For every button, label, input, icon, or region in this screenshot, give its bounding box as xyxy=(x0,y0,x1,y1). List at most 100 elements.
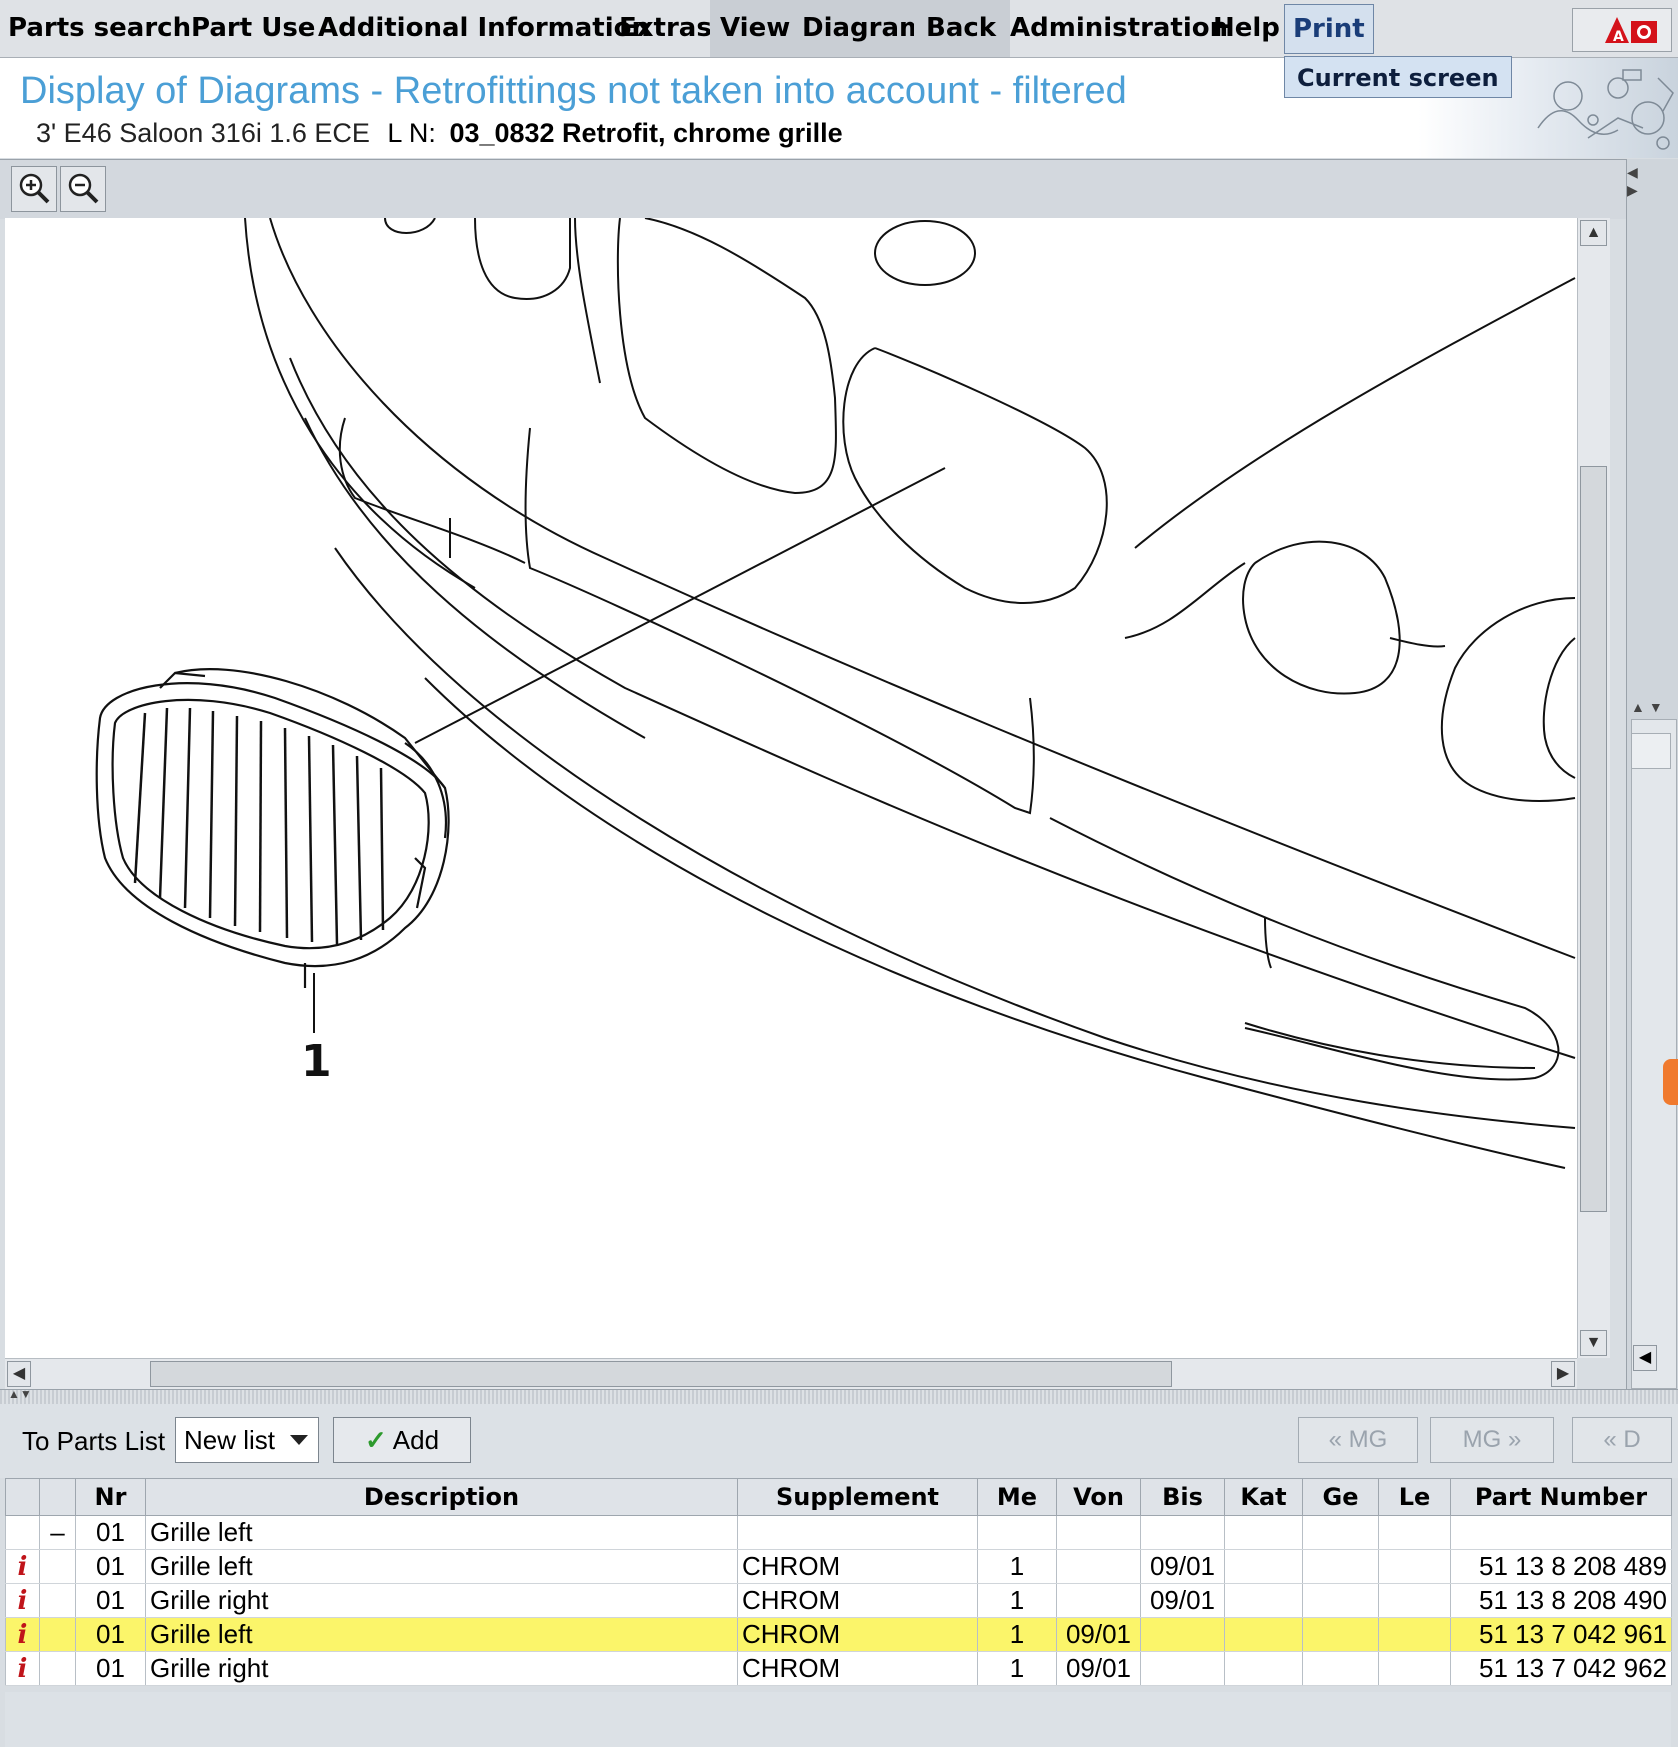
col-header-tree[interactable] xyxy=(39,1478,76,1516)
horizontal-scroll-thumb[interactable] xyxy=(150,1361,1172,1387)
page-title: Display of Diagrams - Retrofittings not … xyxy=(20,70,1127,112)
cell-kat xyxy=(1224,1583,1303,1618)
col-header-bis[interactable]: Bis xyxy=(1140,1478,1225,1516)
col-header-description[interactable]: Description xyxy=(145,1478,738,1516)
menu-part-use[interactable]: Part Use xyxy=(191,0,315,57)
next-mg-button[interactable]: MG » xyxy=(1430,1417,1554,1463)
cell-me: 1 xyxy=(977,1583,1057,1618)
info-icon[interactable]: i xyxy=(5,1549,40,1584)
col-header-ge[interactable]: Ge xyxy=(1302,1478,1379,1516)
logo-icon: A xyxy=(1605,17,1657,45)
cell-le xyxy=(1378,1617,1451,1652)
cell-me: 1 xyxy=(977,1549,1057,1584)
cell-le xyxy=(1378,1583,1451,1618)
col-header-part-number[interactable]: Part Number xyxy=(1450,1478,1672,1516)
cell-von: 09/01 xyxy=(1056,1617,1141,1652)
vertical-scroll-thumb[interactable] xyxy=(1580,466,1607,1212)
cell-von xyxy=(1056,1583,1141,1618)
table-row[interactable]: i 01 Grille right CHROM 1 09/01 51 13 8 … xyxy=(5,1583,1672,1618)
side-tab-icon[interactable] xyxy=(1663,1059,1678,1105)
cell-tree xyxy=(39,1583,76,1618)
callout-number[interactable]: 1 xyxy=(301,1036,332,1087)
cell-bis: 09/01 xyxy=(1140,1549,1225,1584)
panel-resize-arrows-icon[interactable]: ▲▼ xyxy=(1631,699,1667,715)
col-header-supplement[interactable]: Supplement xyxy=(737,1478,978,1516)
info-icon xyxy=(5,1515,40,1550)
diagram-vertical-scrollbar[interactable]: ▲ ▼ xyxy=(1577,218,1610,1358)
col-header-info[interactable] xyxy=(5,1478,40,1516)
pane-splitter[interactable]: ▲▼ xyxy=(0,1387,1678,1405)
cell-tree xyxy=(39,1617,76,1652)
collapse-tree-icon[interactable]: – xyxy=(39,1515,76,1550)
cell-nr: 01 xyxy=(75,1617,146,1652)
table-row[interactable]: i 01 Grille right CHROM 1 09/01 51 13 7 … xyxy=(5,1651,1672,1686)
info-icon[interactable]: i xyxy=(5,1651,40,1686)
cell-description: Grille right xyxy=(145,1583,738,1618)
col-header-me[interactable]: Me xyxy=(977,1478,1057,1516)
menu-help[interactable]: Help xyxy=(1213,0,1280,57)
parts-diagram[interactable]: 1 xyxy=(5,218,1577,1358)
cell-part-number: 51 13 7 042 961 xyxy=(1450,1617,1672,1652)
col-header-le[interactable]: Le xyxy=(1378,1478,1451,1516)
cell-le xyxy=(1378,1549,1451,1584)
vehicle-model: 3' E46 Saloon 316i 1.6 ECE xyxy=(36,118,370,148)
cell-part-number: 51 13 8 208 489 xyxy=(1450,1549,1672,1584)
col-header-kat[interactable]: Kat xyxy=(1224,1478,1303,1516)
zoom-out-button[interactable] xyxy=(60,166,106,212)
add-button[interactable]: ✓ Add xyxy=(333,1417,471,1463)
cell-ge xyxy=(1302,1515,1379,1550)
cell-bis xyxy=(1140,1515,1225,1550)
ln-value: 03_0832 Retrofit, chrome grille xyxy=(449,118,843,148)
svg-text:A: A xyxy=(1613,29,1624,45)
scroll-down-icon[interactable]: ▼ xyxy=(1580,1330,1607,1356)
table-row[interactable]: i 01 Grille left CHROM 1 09/01 51 13 8 2… xyxy=(5,1549,1672,1584)
cell-part-number xyxy=(1450,1515,1672,1550)
table-row-group[interactable]: – 01 Grille left xyxy=(5,1515,1672,1550)
table-row-selected[interactable]: i 01 Grille left CHROM 1 09/01 51 13 7 0… xyxy=(5,1617,1672,1652)
cell-me: 1 xyxy=(977,1617,1057,1652)
side-panel: ◀ ▶ ▲▼ ◀ xyxy=(1626,159,1678,1389)
cell-tree xyxy=(39,1549,76,1584)
info-icon[interactable]: i xyxy=(5,1583,40,1618)
scroll-right-icon[interactable]: ▶ xyxy=(1551,1361,1575,1387)
cell-me xyxy=(977,1515,1057,1550)
menu-extras[interactable]: Extras xyxy=(619,0,712,57)
collapse-arrows-icon[interactable]: ◀ ▶ xyxy=(1627,163,1641,203)
cell-von: 09/01 xyxy=(1056,1651,1141,1686)
zoom-in-button[interactable] xyxy=(11,166,57,212)
cell-tree xyxy=(39,1651,76,1686)
cell-bis xyxy=(1140,1617,1225,1652)
prev-mg-button[interactable]: « MG xyxy=(1298,1417,1418,1463)
col-header-nr[interactable]: Nr xyxy=(75,1478,146,1516)
scroll-left-icon[interactable]: ◀ xyxy=(7,1361,31,1387)
cell-supplement xyxy=(737,1515,978,1550)
parts-list-select[interactable]: New list xyxy=(175,1417,319,1463)
add-button-label: Add xyxy=(392,1425,440,1455)
zoom-in-icon xyxy=(19,173,50,204)
side-scroll-left-icon[interactable]: ◀ xyxy=(1633,1345,1657,1371)
ln-label: L N: xyxy=(387,118,436,148)
menu-additional-information[interactable]: Additional Information xyxy=(318,0,650,57)
diagram-toolbar xyxy=(0,159,1626,219)
app-logo: A xyxy=(1572,8,1672,52)
diagram-horizontal-scrollbar[interactable]: ◀ ▶ xyxy=(5,1358,1577,1389)
scroll-up-icon[interactable]: ▲ xyxy=(1580,220,1607,246)
menu-administration[interactable]: Administration xyxy=(1010,0,1228,57)
menu-print[interactable]: Print xyxy=(1284,4,1374,54)
cell-supplement: CHROM xyxy=(737,1549,978,1584)
side-panel-item[interactable] xyxy=(1631,733,1671,769)
prev-d-button[interactable]: « D xyxy=(1572,1417,1672,1463)
menu-parts-search[interactable]: Parts search xyxy=(8,0,191,57)
menu-back[interactable]: Back xyxy=(914,0,1011,57)
col-header-von[interactable]: Von xyxy=(1056,1478,1141,1516)
cell-nr: 01 xyxy=(75,1515,146,1550)
splitter-arrows-icon[interactable]: ▲▼ xyxy=(8,1387,32,1401)
cell-von xyxy=(1056,1549,1141,1584)
print-current-screen-item[interactable]: Current screen xyxy=(1284,56,1512,98)
cell-supplement: CHROM xyxy=(737,1583,978,1618)
menu-view[interactable]: View xyxy=(710,0,801,57)
info-icon[interactable]: i xyxy=(5,1617,40,1652)
cell-nr: 01 xyxy=(75,1549,146,1584)
cell-description: Grille left xyxy=(145,1617,738,1652)
cell-supplement: CHROM xyxy=(737,1651,978,1686)
